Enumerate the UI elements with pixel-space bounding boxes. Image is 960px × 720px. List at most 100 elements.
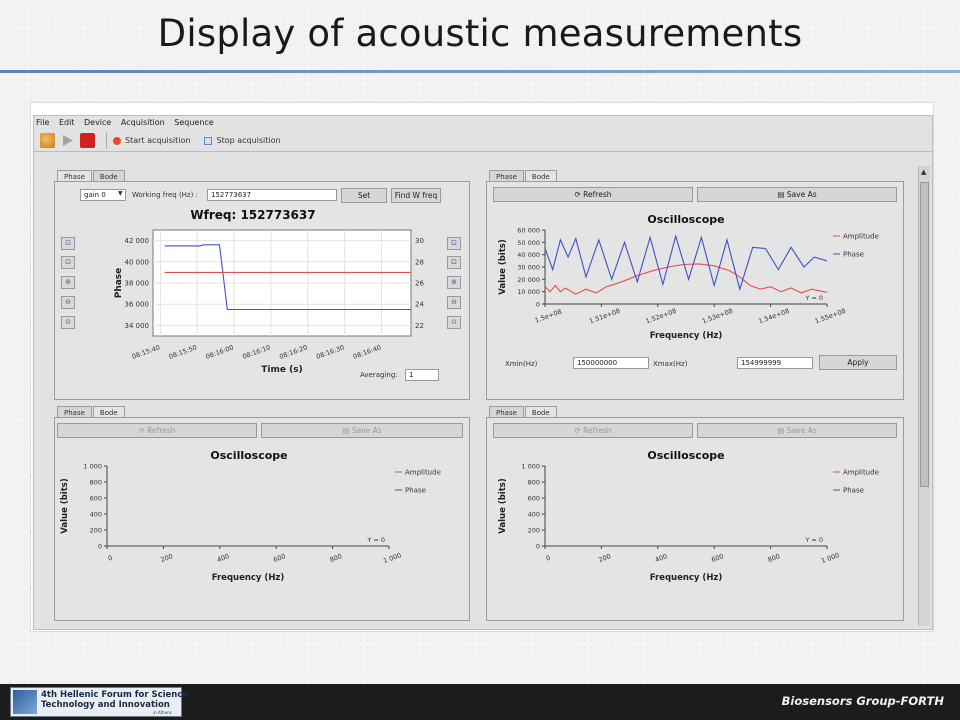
legend-entry: Amplitude [405, 469, 441, 477]
x-tick-label: 1.52e+08 [645, 307, 678, 326]
y-tick-label: 600 [90, 495, 102, 503]
panel-frame: ⟳ Refresh ▤ Save As Oscilloscope 1.5e+08 1… [486, 181, 904, 400]
y-zero-annotation: Y = 0 [366, 536, 385, 544]
zoom-icon[interactable]: ⊙ [447, 316, 461, 329]
stop-acquisition-label: Stop acquisition [216, 136, 281, 145]
zoom-icon[interactable]: ⊙ [61, 316, 75, 329]
oscilloscope-chart: Oscilloscope 0 200 400 600 800 1 000 0 200 400 600… [60, 449, 441, 583]
scroll-thumb[interactable] [920, 182, 929, 487]
averaging-spinbox[interactable]: 1 [405, 369, 439, 381]
refresh-label: Refresh [583, 426, 612, 435]
x-axis-label: Time (s) [261, 365, 302, 375]
refresh-button[interactable]: ⟳ Refresh [57, 423, 257, 438]
menu-edit[interactable]: Edit [59, 118, 75, 127]
zoom-fit-icon[interactable]: ⊡ [447, 256, 461, 269]
save-as-button[interactable]: ▤ Save As [697, 423, 897, 438]
menu-file[interactable]: File [36, 118, 49, 127]
y-zero-annotation: Y = 0 [804, 536, 823, 544]
gain-dropdown-icon[interactable]: ▼ [118, 190, 123, 197]
phase-series-line [544, 234, 828, 292]
zoom-out-icon[interactable]: ⊖ [61, 296, 75, 309]
save-as-button[interactable]: ▤ Save As [261, 423, 463, 438]
panel-frame: ⟳ Refresh ▤ Save As Oscilloscope 0 200 400 6… [486, 417, 904, 621]
x-tick-label: 600 [710, 552, 724, 564]
legend-entry: Phase [843, 251, 864, 259]
y-tick-label: 1 000 [83, 463, 102, 471]
slide-footer: 4th Hellenic Forum for Science Technolog… [0, 684, 960, 720]
y-left-tick-label: 42 000 [125, 237, 150, 245]
x-axis-label: Frequency (Hz) [212, 573, 285, 583]
zoom-fit-icon[interactable]: ⊡ [61, 237, 75, 250]
y-right-tick-label: 26 000 [415, 280, 425, 288]
y-tick-label: 10 000 [517, 288, 540, 296]
oscilloscope-chart: Oscilloscope 0 200 400 600 800 1 000 0 200 400 600… [498, 449, 879, 583]
apply-button[interactable]: Apply [819, 355, 897, 370]
y-right-tick-label: 22 000 [415, 322, 425, 330]
zoom-out-icon[interactable]: ⊖ [447, 296, 461, 309]
menu-sequence[interactable]: Sequence [174, 118, 213, 127]
x-tick-label: 800 [329, 552, 343, 564]
zoom-fit-icon[interactable]: ⊡ [61, 256, 75, 269]
play-icon[interactable] [60, 133, 75, 148]
y-tick-label: 0 [536, 543, 540, 551]
oscilloscope-chart: Oscilloscope 1.5e+08 1.51e+08 1.52e+08 1.53e… [498, 213, 879, 341]
legend-entry: Phase [843, 487, 864, 495]
save-as-button[interactable]: ▤ Save As [697, 187, 897, 202]
x-tick-label: 400 [654, 552, 668, 564]
x-axis-label: Frequency (Hz) [650, 331, 723, 341]
x-tick-label: 1 000 [820, 551, 840, 565]
x-tick-label: 600 [272, 552, 286, 564]
xmax-input[interactable]: 154999999 [737, 357, 813, 369]
connect-icon[interactable] [40, 133, 55, 148]
start-acquisition-button[interactable]: Start acquisition [113, 136, 190, 145]
refresh-icon: ⟳ [574, 426, 584, 435]
y-tick-label: 200 [90, 527, 102, 535]
menu-acquisition[interactable]: Acquisition [121, 118, 165, 127]
zoom-in-icon[interactable]: ⊕ [447, 276, 461, 289]
find-wfreq-button[interactable]: Find W freq [391, 188, 441, 203]
stop-square-icon [204, 136, 213, 145]
forum-logo-icon [13, 690, 37, 714]
toolbar-separator [106, 132, 107, 149]
amplitude-series-line [544, 263, 828, 295]
y-right-tick-label: 28 000 [415, 258, 425, 266]
save-as-label: Save As [351, 426, 382, 435]
xmin-input[interactable]: 150000000 [573, 357, 649, 369]
xmin-label: Xmin(Hz) [505, 360, 538, 368]
scroll-up-icon[interactable]: ▲ [921, 168, 926, 176]
logo-line-2: Technology and Innovation [41, 700, 170, 710]
panel-top-right: Phase Bode ⟳ Refresh ▤ Save As Oscillosc… [486, 170, 904, 400]
save-icon: ▤ [777, 190, 787, 199]
stop-acquisition-button[interactable]: Stop acquisition [204, 136, 281, 145]
y-tick-label: 200 [528, 527, 540, 535]
legend-entry: Phase [405, 487, 426, 495]
start-acquisition-label: Start acquisition [125, 136, 191, 145]
slide-title: Display of acoustic measurements [157, 12, 803, 55]
zoom-in-icon[interactable]: ⊕ [61, 276, 75, 289]
vertical-scrollbar[interactable]: ▲ [918, 166, 930, 626]
xmax-label: Xmax(Hz) [653, 360, 688, 368]
zoom-fit-icon[interactable]: ⊡ [447, 237, 461, 250]
x-tick-label: 200 [160, 552, 174, 564]
panel-frame: gain 0 ▼ Working freq (Hz) : 152773637 S… [54, 181, 470, 400]
x-tick-label: 08:15:40 [131, 343, 161, 361]
y-tick-label: 50 000 [517, 239, 540, 247]
y-tick-label: 0 [98, 543, 102, 551]
y-tick-label: 30 000 [517, 264, 540, 272]
refresh-label: Refresh [147, 426, 176, 435]
y-tick-label: 800 [528, 479, 540, 487]
x-tick-label: 0 [107, 554, 114, 563]
refresh-button[interactable]: ⟳ Refresh [493, 423, 693, 438]
chart-title: Oscilloscope [210, 449, 287, 462]
menu-device[interactable]: Device [84, 118, 111, 127]
y-tick-label: 600 [528, 495, 540, 503]
stop-icon[interactable] [80, 133, 95, 148]
refresh-button[interactable]: ⟳ Refresh [493, 187, 693, 202]
working-freq-input[interactable]: 152773637 [207, 189, 337, 201]
save-icon: ▤ [777, 426, 787, 435]
set-button[interactable]: Set [341, 188, 387, 203]
x-tick-label: 1.55e+08 [814, 307, 847, 326]
x-tick-label: 1 000 [382, 551, 402, 565]
refresh-label: Refresh [583, 190, 612, 199]
x-tick-label: 08:16:20 [278, 343, 308, 361]
